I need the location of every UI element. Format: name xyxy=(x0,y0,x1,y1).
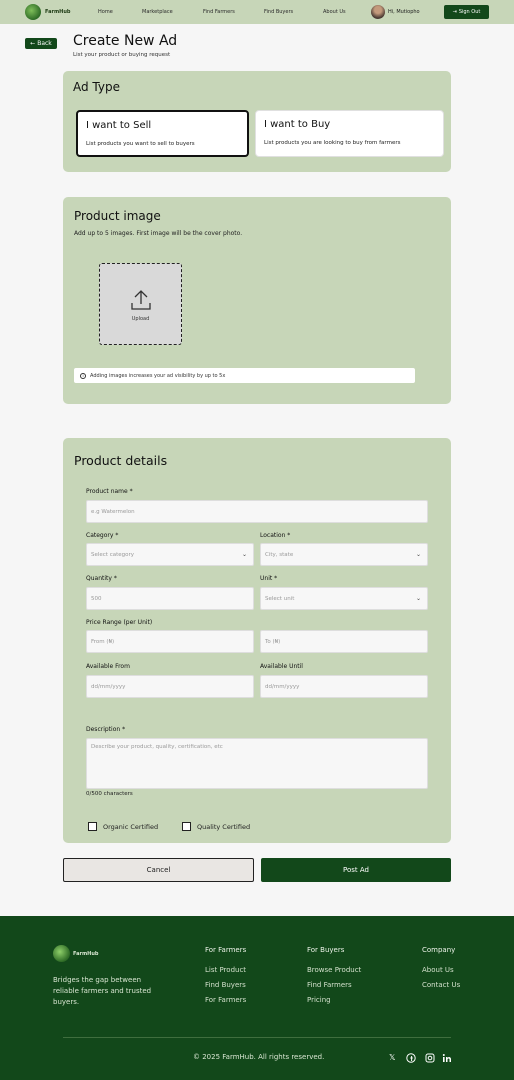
organic-certified-label: Organic Certified xyxy=(103,822,159,831)
nav-marketplace[interactable]: Marketplace xyxy=(142,9,173,15)
ad-type-buy-title: I want to Buy xyxy=(264,119,331,130)
footer-heading-buyers: For Buyers xyxy=(307,946,345,954)
footer: FarmHub Bridges the gap between reliable… xyxy=(0,916,514,1080)
top-nav: FarmHub Home Marketplace Find Farmers Fi… xyxy=(0,0,514,24)
available-until-date-input[interactable]: dd/mm/yyyy xyxy=(260,675,428,698)
product-image-panel: Product image Add up to 5 images. First … xyxy=(63,197,451,404)
sign-out-button[interactable]: ⇥ Sign Out xyxy=(444,5,489,19)
farmhub-logo-icon[interactable] xyxy=(53,945,70,962)
footer-link[interactable]: Find Buyers xyxy=(205,981,246,989)
available-from-placeholder: dd/mm/yyyy xyxy=(91,683,126,690)
footer-heading-farmers: For Farmers xyxy=(205,946,247,954)
page-title: Create New Ad xyxy=(73,33,178,49)
price-range-label: Price Range (per Unit) xyxy=(86,619,153,626)
description-label: Description * xyxy=(86,726,126,733)
page-subtitle: List your product or buying request xyxy=(73,52,171,58)
ad-type-sell-option[interactable]: I want to Sell List products you want to… xyxy=(76,110,249,157)
visibility-tip-text: Adding images increases your ad visibili… xyxy=(90,372,226,379)
quality-certified-label: Quality Certified xyxy=(197,822,251,831)
ad-type-buy-option[interactable]: I want to Buy List products you are look… xyxy=(255,110,444,157)
nav-find-farmers[interactable]: Find Farmers xyxy=(203,9,235,15)
category-placeholder: Select category xyxy=(91,551,135,558)
nav-home[interactable]: Home xyxy=(98,9,113,15)
organic-certified-checkbox[interactable]: Organic Certified xyxy=(88,822,158,831)
image-upload-dropzone[interactable]: Upload xyxy=(99,263,182,345)
footer-copyright: © 2025 FarmHub. All rights reserved. xyxy=(193,1053,325,1061)
linkedin-icon[interactable] xyxy=(442,1053,452,1063)
footer-heading-company: Company xyxy=(422,946,456,954)
unit-select[interactable]: Select unit ⌄ xyxy=(260,587,428,610)
available-until-label: Available Until xyxy=(260,663,303,670)
location-placeholder: City, state xyxy=(265,551,294,558)
footer-link[interactable]: About Us xyxy=(422,966,454,974)
quantity-label: Quantity * xyxy=(86,575,117,582)
description-textarea[interactable]: Describe your product, quality, certific… xyxy=(86,738,428,789)
ad-type-sell-desc: List products you want to sell to buyers xyxy=(86,141,195,147)
sign-out-label: Sign Out xyxy=(458,9,481,15)
checkbox-box[interactable] xyxy=(182,822,191,831)
product-name-input[interactable]: e.g Watermelon xyxy=(86,500,428,523)
ad-type-sell-title: I want to Sell xyxy=(86,120,152,131)
chevron-down-icon: ⌄ xyxy=(241,551,247,558)
back-label: Back xyxy=(37,40,52,47)
x-icon[interactable]: 𝕏 xyxy=(389,1053,395,1062)
cancel-button[interactable]: Cancel xyxy=(63,858,254,882)
footer-tagline: Bridges the gap between reliable farmers… xyxy=(53,976,152,1006)
visibility-tip: i Adding images increases your ad visibi… xyxy=(74,368,415,383)
footer-link[interactable]: For Farmers xyxy=(205,996,246,1004)
footer-link[interactable]: Contact Us xyxy=(422,981,460,989)
footer-divider xyxy=(63,1037,451,1038)
post-ad-button[interactable]: Post Ad xyxy=(261,858,451,882)
instagram-icon[interactable] xyxy=(425,1053,435,1063)
footer-link[interactable]: Find Farmers xyxy=(307,981,352,989)
product-image-heading: Product image xyxy=(74,209,161,223)
info-icon: i xyxy=(80,372,86,379)
back-button[interactable]: ← Back xyxy=(25,38,57,49)
product-name-label: Product name * xyxy=(86,488,133,495)
product-name-placeholder: e.g Watermelon xyxy=(91,508,135,515)
sign-out-icon: ⇥ xyxy=(452,9,457,15)
nav-about-us[interactable]: About Us xyxy=(323,9,346,15)
price-to-input[interactable]: To (₦) xyxy=(260,630,428,653)
user-greeting: Hi, Mutiopho xyxy=(388,9,420,15)
location-select[interactable]: City, state ⌄ xyxy=(260,543,428,566)
unit-placeholder: Select unit xyxy=(265,595,295,602)
nav-find-buyers[interactable]: Find Buyers xyxy=(264,9,293,15)
unit-label: Unit * xyxy=(260,575,278,582)
avatar[interactable] xyxy=(371,5,385,19)
ad-type-buy-desc: List products you are looking to buy fro… xyxy=(264,140,401,146)
footer-link[interactable]: Browse Product xyxy=(307,966,361,974)
product-image-hint: Add up to 5 images. First image will be … xyxy=(74,230,243,237)
location-label: Location * xyxy=(260,532,291,539)
description-char-counter: 0/500 characters xyxy=(86,791,133,797)
footer-brand[interactable]: FarmHub xyxy=(73,951,99,957)
price-to-placeholder: To (₦) xyxy=(265,638,281,645)
price-from-placeholder: From (₦) xyxy=(91,638,115,645)
chevron-down-icon: ⌄ xyxy=(415,595,421,602)
upload-icon xyxy=(131,290,151,310)
ad-type-panel: Ad Type I want to Sell List products you… xyxy=(63,71,451,172)
farmhub-logo-icon[interactable] xyxy=(25,4,41,20)
product-details-heading: Product details xyxy=(74,453,168,468)
chevron-down-icon: ⌄ xyxy=(415,551,421,558)
facebook-icon[interactable] xyxy=(406,1053,416,1063)
ad-type-heading: Ad Type xyxy=(73,80,120,94)
price-from-input[interactable]: From (₦) xyxy=(86,630,254,653)
available-from-label: Available From xyxy=(86,663,130,670)
footer-link[interactable]: List Product xyxy=(205,966,246,974)
description-placeholder: Describe your product, quality, certific… xyxy=(91,744,223,750)
footer-link[interactable]: Pricing xyxy=(307,996,331,1004)
quality-certified-checkbox[interactable]: Quality Certified xyxy=(182,822,250,831)
quantity-placeholder: 500 xyxy=(91,595,102,602)
arrow-left-icon: ← xyxy=(30,40,36,47)
upload-label: Upload xyxy=(131,316,150,322)
product-details-panel: Product details Product name * e.g Water… xyxy=(63,438,451,843)
quantity-input[interactable]: 500 xyxy=(86,587,254,610)
brand-name[interactable]: FarmHub xyxy=(45,9,71,15)
category-select[interactable]: Select category ⌄ xyxy=(86,543,254,566)
category-label: Category * xyxy=(86,532,119,539)
checkbox-box[interactable] xyxy=(88,822,97,831)
available-from-date-input[interactable]: dd/mm/yyyy xyxy=(86,675,254,698)
available-until-placeholder: dd/mm/yyyy xyxy=(265,683,300,690)
